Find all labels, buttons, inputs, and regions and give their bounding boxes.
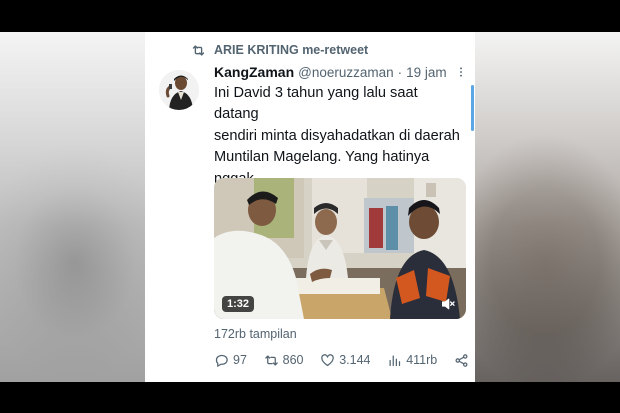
tweet-header: KangZaman @noeruzzaman · 19 jam — [214, 63, 469, 81]
share-button[interactable] — [454, 353, 469, 368]
tweet-card[interactable]: ARIE KRITING me-retweet KangZaman @noeru… — [145, 32, 475, 382]
retweet-count: 860 — [282, 353, 304, 367]
letterbox-top — [0, 0, 620, 32]
mute-icon[interactable] — [440, 296, 456, 312]
retweet-context[interactable]: ARIE KRITING me-retweet — [191, 42, 368, 58]
video-player[interactable]: 1:32 — [214, 178, 466, 319]
reply-icon — [215, 354, 228, 367]
more-icon[interactable] — [455, 64, 467, 80]
view-count: 172rb tampilan — [214, 327, 297, 341]
retweet-context-label: ARIE KRITING me-retweet — [214, 43, 369, 57]
analytics-icon — [389, 355, 401, 366]
video-duration: 1:32 — [222, 296, 255, 312]
scroll-indicator[interactable] — [471, 85, 474, 131]
action-bar: 97 860 3.144 411rb — [214, 350, 469, 370]
heart-icon — [321, 353, 334, 366]
share-icon — [455, 353, 468, 367]
like-button[interactable]: 3.144 — [320, 353, 370, 368]
display-name[interactable]: KangZaman — [214, 64, 294, 80]
retweet-button[interactable]: 860 — [264, 353, 304, 368]
analytics-button[interactable]: 411rb — [387, 353, 437, 368]
reply-button[interactable]: 97 — [214, 353, 247, 368]
timestamp[interactable]: 19 jam — [406, 65, 447, 80]
analytics-count: 411rb — [406, 353, 438, 367]
retweet-icon — [192, 44, 205, 56]
avatar[interactable] — [159, 70, 199, 110]
separator-dot: · — [397, 64, 403, 80]
user-handle[interactable]: @noeruzzaman — [298, 65, 394, 80]
like-count: 3.144 — [339, 353, 371, 367]
letterbox-bottom — [0, 382, 620, 413]
retweet-icon — [264, 355, 278, 365]
reply-count: 97 — [233, 353, 247, 367]
